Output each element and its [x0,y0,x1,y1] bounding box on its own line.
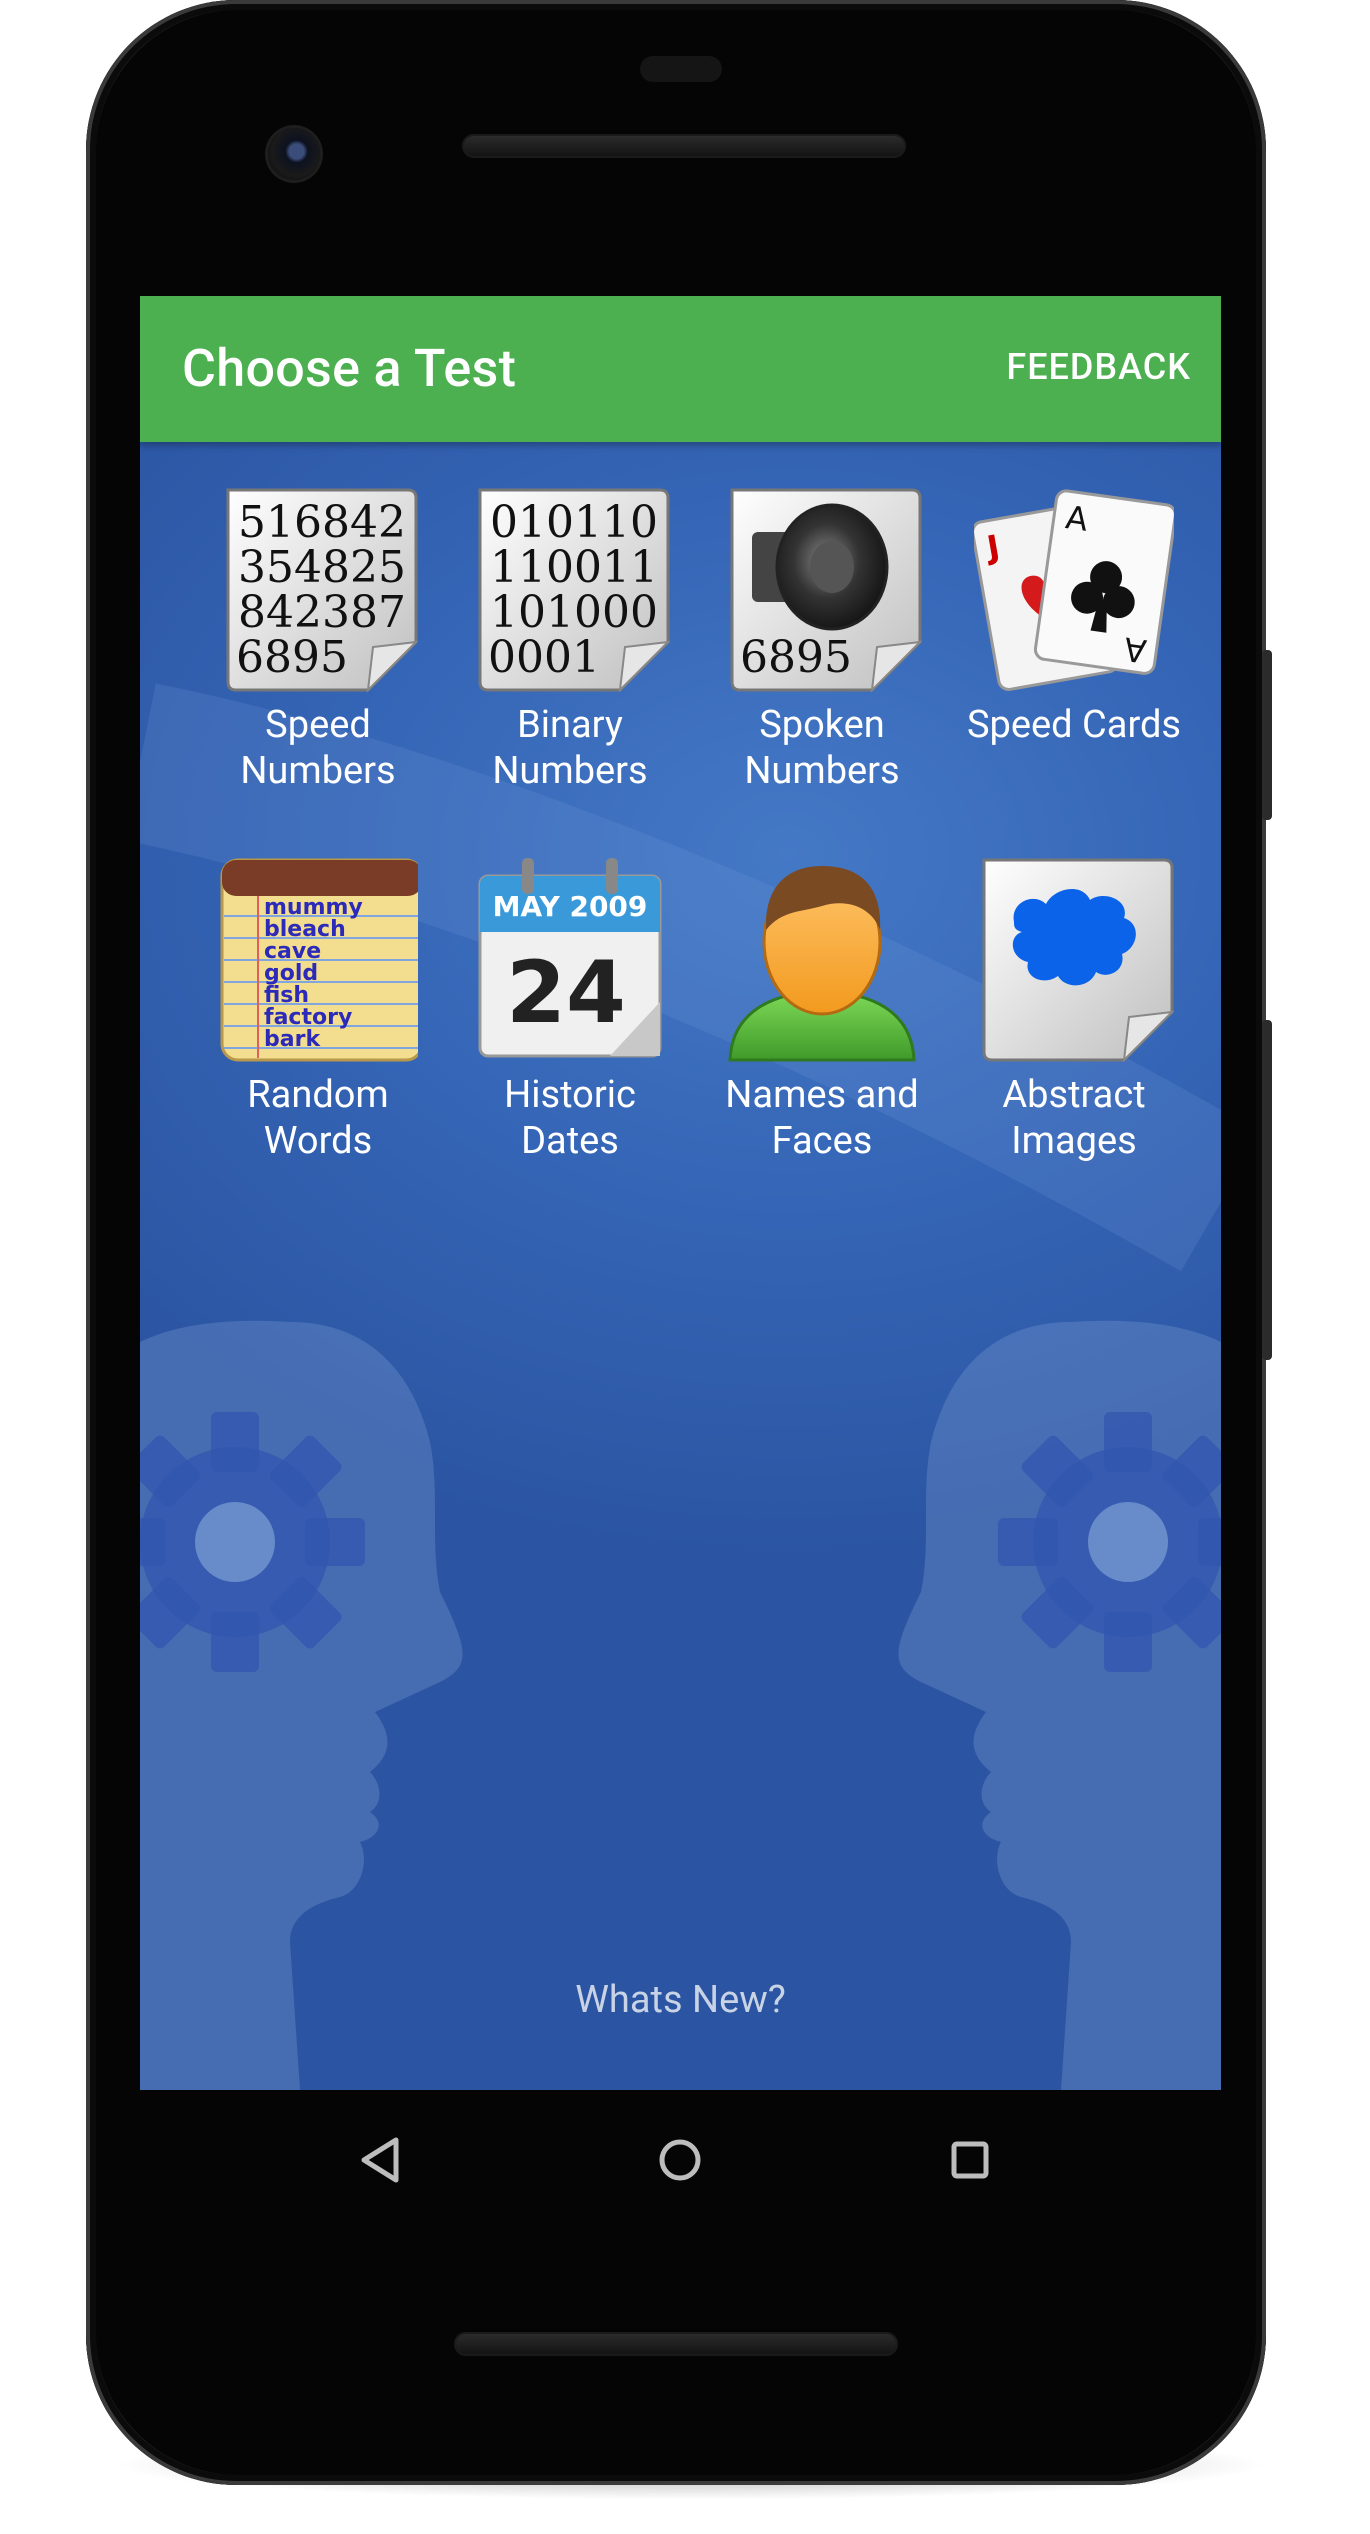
test-label: Random Words [247,1073,389,1163]
volume-button [1262,1020,1272,1360]
svg-text:bark: bark [264,1027,321,1052]
svg-text:842387: 842387 [238,587,406,638]
recents-icon [951,2141,989,2179]
recents-button[interactable] [930,2120,1010,2200]
back-icon [361,2137,399,2183]
calendar-icon: MAY 2009 24 [478,858,662,1058]
svg-text:MAY 2009: MAY 2009 [493,890,648,923]
test-label: Speed Cards [966,703,1182,747]
test-random-words[interactable]: mummy bleach cave gold fish factory bark… [192,852,444,1182]
binary-numbers-icon: 010110 110011 101000 0001 [478,488,670,692]
test-label: Names and Faces [725,1073,919,1163]
svg-text:6895: 6895 [740,632,852,683]
test-speed-numbers[interactable]: 516842 354825 842387 6895 Speed Numbers [192,482,444,812]
navigation-bar [140,2090,1221,2220]
playing-cards-icon: J A A [974,489,1174,691]
speaker-icon: 6895 [730,488,922,692]
test-label: Speed Numbers [240,703,396,793]
screen: Choose a Test FEEDBACK 516842 354825 842… [140,296,1221,2090]
svg-text:24: 24 [506,943,626,1043]
earpiece [640,56,722,82]
app-bar: Choose a Test FEEDBACK [140,296,1221,442]
test-names-and-faces[interactable]: Names and Faces [696,852,948,1182]
test-label: Spoken Numbers [744,703,900,793]
svg-text:516842: 516842 [238,497,406,548]
speed-numbers-icon: 516842 354825 842387 6895 [226,488,418,692]
test-speed-cards[interactable]: J A A Speed Cards [948,482,1200,812]
main-content: 516842 354825 842387 6895 Speed Numbers [140,442,1221,2090]
test-abstract-images[interactable]: Abstract Images [948,852,1200,1182]
top-speaker-grille [462,134,906,158]
svg-text:101000: 101000 [490,587,658,638]
power-button [1262,650,1272,820]
abstract-image-icon [982,858,1174,1062]
svg-text:0001: 0001 [488,632,600,683]
svg-text:6895: 6895 [236,632,348,683]
svg-text:010110: 010110 [490,497,658,548]
svg-text:110011: 110011 [490,542,658,593]
feedback-button[interactable]: FEEDBACK [1006,346,1191,388]
home-icon [659,2139,701,2181]
whats-new-link[interactable]: Whats New? [140,1978,1221,2022]
page-title: Choose a Test [182,338,517,399]
test-historic-dates[interactable]: MAY 2009 24 Historic Dates [444,852,696,1182]
test-label: Binary Numbers [492,703,648,793]
home-button[interactable] [640,2120,720,2200]
test-label: Historic Dates [504,1073,636,1163]
front-camera-icon [268,128,320,180]
notepad-icon: mummy bleach cave gold fish factory bark [220,858,418,1062]
bottom-speaker-grille [454,2332,898,2356]
back-button[interactable] [340,2120,420,2200]
test-binary-numbers[interactable]: 010110 110011 101000 0001 Binary Numbers [444,482,696,812]
person-icon [728,866,916,1062]
svg-text:354825: 354825 [238,542,406,593]
test-spoken-numbers[interactable]: 6895 Spoken Numbers [696,482,948,812]
test-label: Abstract Images [1002,1073,1146,1163]
